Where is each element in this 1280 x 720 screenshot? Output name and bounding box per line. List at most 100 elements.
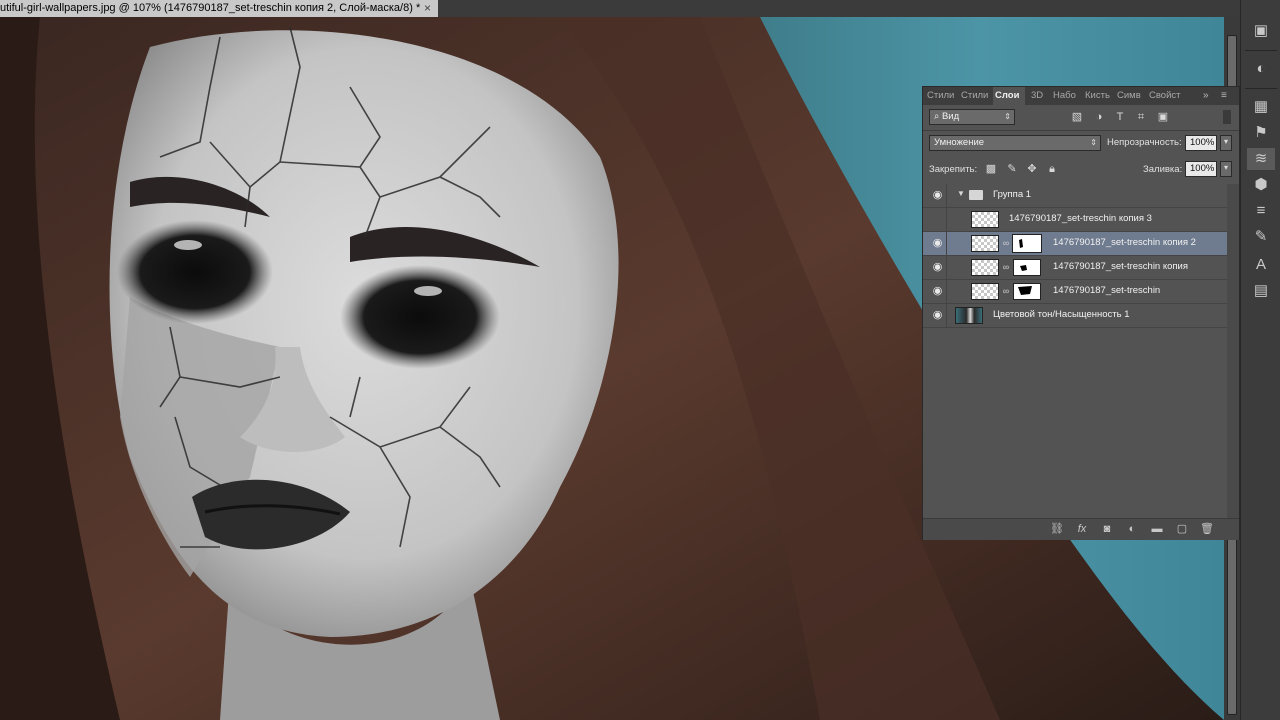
add-mask-icon[interactable]: ◙	[1100, 522, 1114, 536]
eye-icon[interactable]: ◉	[931, 261, 944, 274]
layer-name: 1476790187_set-treschin	[1053, 285, 1161, 296]
layer-thumbnail[interactable]	[971, 259, 999, 276]
layer-name: 1476790187_set-treschin копия 2	[1053, 237, 1196, 248]
layer-row-selected[interactable]: ◉ ∞ 1476790187_set-treschin копия 2	[923, 232, 1227, 256]
layer-name: Группа 1	[993, 189, 1032, 200]
layer-thumbnail[interactable]	[955, 307, 983, 324]
panel-tab-bar: Стили Стили Слои 3D Набо Кисть Симв Свой…	[923, 87, 1239, 105]
layer-row[interactable]: ◉ 1476790187_set-treschin копия 3	[923, 208, 1227, 232]
blend-mode-select[interactable]: Умножение ⇕	[929, 135, 1101, 151]
layer-thumbnail[interactable]	[971, 283, 999, 300]
divider	[946, 304, 947, 328]
trash-icon[interactable]: 🗑︎	[1200, 522, 1214, 536]
expand-triangle-icon[interactable]: ▼	[957, 189, 965, 198]
brush-icon[interactable]: ✎	[1247, 226, 1275, 248]
layer-name: 1476790187_set-treschin копия 3	[1009, 213, 1152, 224]
divider	[946, 256, 947, 280]
layer-name: 1476790187_set-treschin копия	[1053, 261, 1188, 272]
layer-mask-thumbnail[interactable]	[1013, 259, 1041, 276]
layers-icon[interactable]: ≋	[1247, 148, 1275, 170]
layer-filter-select[interactable]: ⌕ Вид ⇕	[929, 109, 1015, 125]
eye-icon[interactable]: ◉	[931, 285, 944, 298]
layer-mask-thumbnail[interactable]	[1013, 283, 1041, 300]
3d-icon[interactable]: ⬢	[1247, 174, 1275, 196]
layers-panel: Стили Стили Слои 3D Набо Кисть Симв Свой…	[922, 86, 1240, 540]
filter-adjustment-icon[interactable]: ◑	[1092, 110, 1106, 124]
lock-position-icon[interactable]: ✥	[1025, 162, 1039, 176]
properties-icon[interactable]: ▤	[1247, 280, 1275, 302]
new-adjustment-icon[interactable]: ◐	[1125, 522, 1139, 536]
folder-icon	[969, 190, 983, 200]
layer-mask-thumbnail[interactable]	[1012, 234, 1042, 253]
tab-properties[interactable]: Свойст	[1149, 87, 1183, 105]
tab-layers[interactable]: Слои	[993, 87, 1025, 105]
swatches-icon[interactable]: ▦	[1247, 96, 1275, 118]
adjustments-icon[interactable]: ◐	[1247, 58, 1275, 80]
tab-styles[interactable]: Стили	[927, 87, 957, 105]
dock-separator	[1245, 50, 1277, 51]
filter-value: Вид	[941, 111, 960, 122]
divider	[923, 130, 1239, 131]
document-title: utiful-girl-wallpapers.jpg @ 107% (14767…	[0, 2, 421, 14]
fill-label: Заливка:	[1143, 164, 1183, 175]
layer-row[interactable]: ◉ Цветовой тон/Насыщенность 1	[923, 304, 1227, 328]
lock-all-icon[interactable]: 🔒︎	[1045, 162, 1059, 176]
divider	[946, 208, 947, 232]
tab-bar-background	[438, 0, 1240, 17]
document-tab[interactable]: utiful-girl-wallpapers.jpg @ 107% (14767…	[0, 0, 438, 17]
lock-image-icon[interactable]: ✎	[1005, 162, 1019, 176]
layer-thumbnail[interactable]	[971, 235, 999, 252]
tab-styles-2[interactable]: Стили	[961, 87, 991, 105]
blend-mode-value: Умножение	[934, 137, 985, 148]
layers-bottom-bar: ⛓ fx ◙ ◐ ▬ ▢ 🗑︎	[923, 518, 1239, 540]
eye-hidden-toggle[interactable]: ◉	[931, 213, 944, 226]
tab-presets[interactable]: Набо	[1053, 87, 1079, 105]
layer-row[interactable]: ◉ ∞ 1476790187_set-treschin	[923, 280, 1227, 304]
link-layers-icon[interactable]: ⛓	[1050, 522, 1064, 536]
divider	[946, 280, 947, 304]
close-icon[interactable]: ×	[424, 0, 431, 17]
filter-shape-icon[interactable]: ⌗	[1134, 110, 1148, 124]
more-tabs-icon[interactable]: »	[1203, 87, 1217, 105]
layer-thumbnail	[971, 211, 999, 228]
lock-label: Закрепить:	[929, 164, 978, 175]
link-icon[interactable]: ∞	[1002, 260, 1010, 274]
layers-scrollbar[interactable]	[1227, 184, 1239, 518]
filter-pixel-icon[interactable]: ▧	[1070, 110, 1084, 124]
filter-toggle[interactable]	[1223, 110, 1231, 124]
fill-field[interactable]: 100%	[1185, 161, 1217, 177]
panel-menu-icon[interactable]: ≡	[1221, 87, 1235, 105]
new-layer-icon[interactable]: ▢	[1175, 522, 1189, 536]
divider	[946, 184, 947, 208]
mask-shape	[1018, 286, 1032, 295]
brush-presets-icon[interactable]: ≡	[1247, 200, 1275, 222]
character-icon[interactable]: A	[1247, 254, 1275, 276]
tab-brush[interactable]: Кисть	[1085, 87, 1113, 105]
dock-separator	[1245, 88, 1277, 89]
tab-character[interactable]: Симв	[1117, 87, 1143, 105]
link-icon[interactable]: ∞	[1002, 284, 1010, 298]
chevron-updown-icon: ⇕	[1090, 138, 1097, 147]
filter-smart-object-icon[interactable]: ▣	[1156, 110, 1170, 124]
opacity-field[interactable]: 100%	[1185, 135, 1217, 151]
panel-dock: ▣ ◐ ▦ ⚑ ≋ ⬢ ≡ ✎ A ▤	[1240, 0, 1280, 720]
layers-list: ◉ ▼ Группа 1 ◉ 1476790187_set-treschin к…	[923, 184, 1227, 428]
layer-row-group[interactable]: ◉ ▼ Группа 1	[923, 184, 1227, 208]
link-icon[interactable]: ∞	[1002, 236, 1010, 250]
layer-name: Цветовой тон/Насыщенность 1	[993, 309, 1130, 320]
history-icon[interactable]: ▣	[1247, 20, 1275, 42]
eye-icon[interactable]: ◉	[931, 309, 944, 322]
fill-dropdown[interactable]: ▾	[1220, 161, 1232, 177]
eye-icon[interactable]: ◉	[931, 237, 944, 250]
styles-icon[interactable]: ⚑	[1247, 122, 1275, 144]
eye-icon[interactable]: ◉	[931, 189, 944, 202]
layer-row[interactable]: ◉ ∞ 1476790187_set-treschin копия	[923, 256, 1227, 280]
lock-transparent-icon[interactable]: ▩	[984, 162, 998, 176]
new-group-icon[interactable]: ▬	[1150, 522, 1164, 536]
opacity-dropdown[interactable]: ▾	[1220, 135, 1232, 151]
tab-3d[interactable]: 3D	[1031, 87, 1047, 105]
fx-icon[interactable]: fx	[1075, 522, 1089, 536]
chevron-updown-icon: ⇕	[1004, 112, 1011, 121]
opacity-label: Непрозрачность:	[1107, 137, 1182, 148]
filter-type-icon[interactable]: T	[1113, 110, 1127, 124]
